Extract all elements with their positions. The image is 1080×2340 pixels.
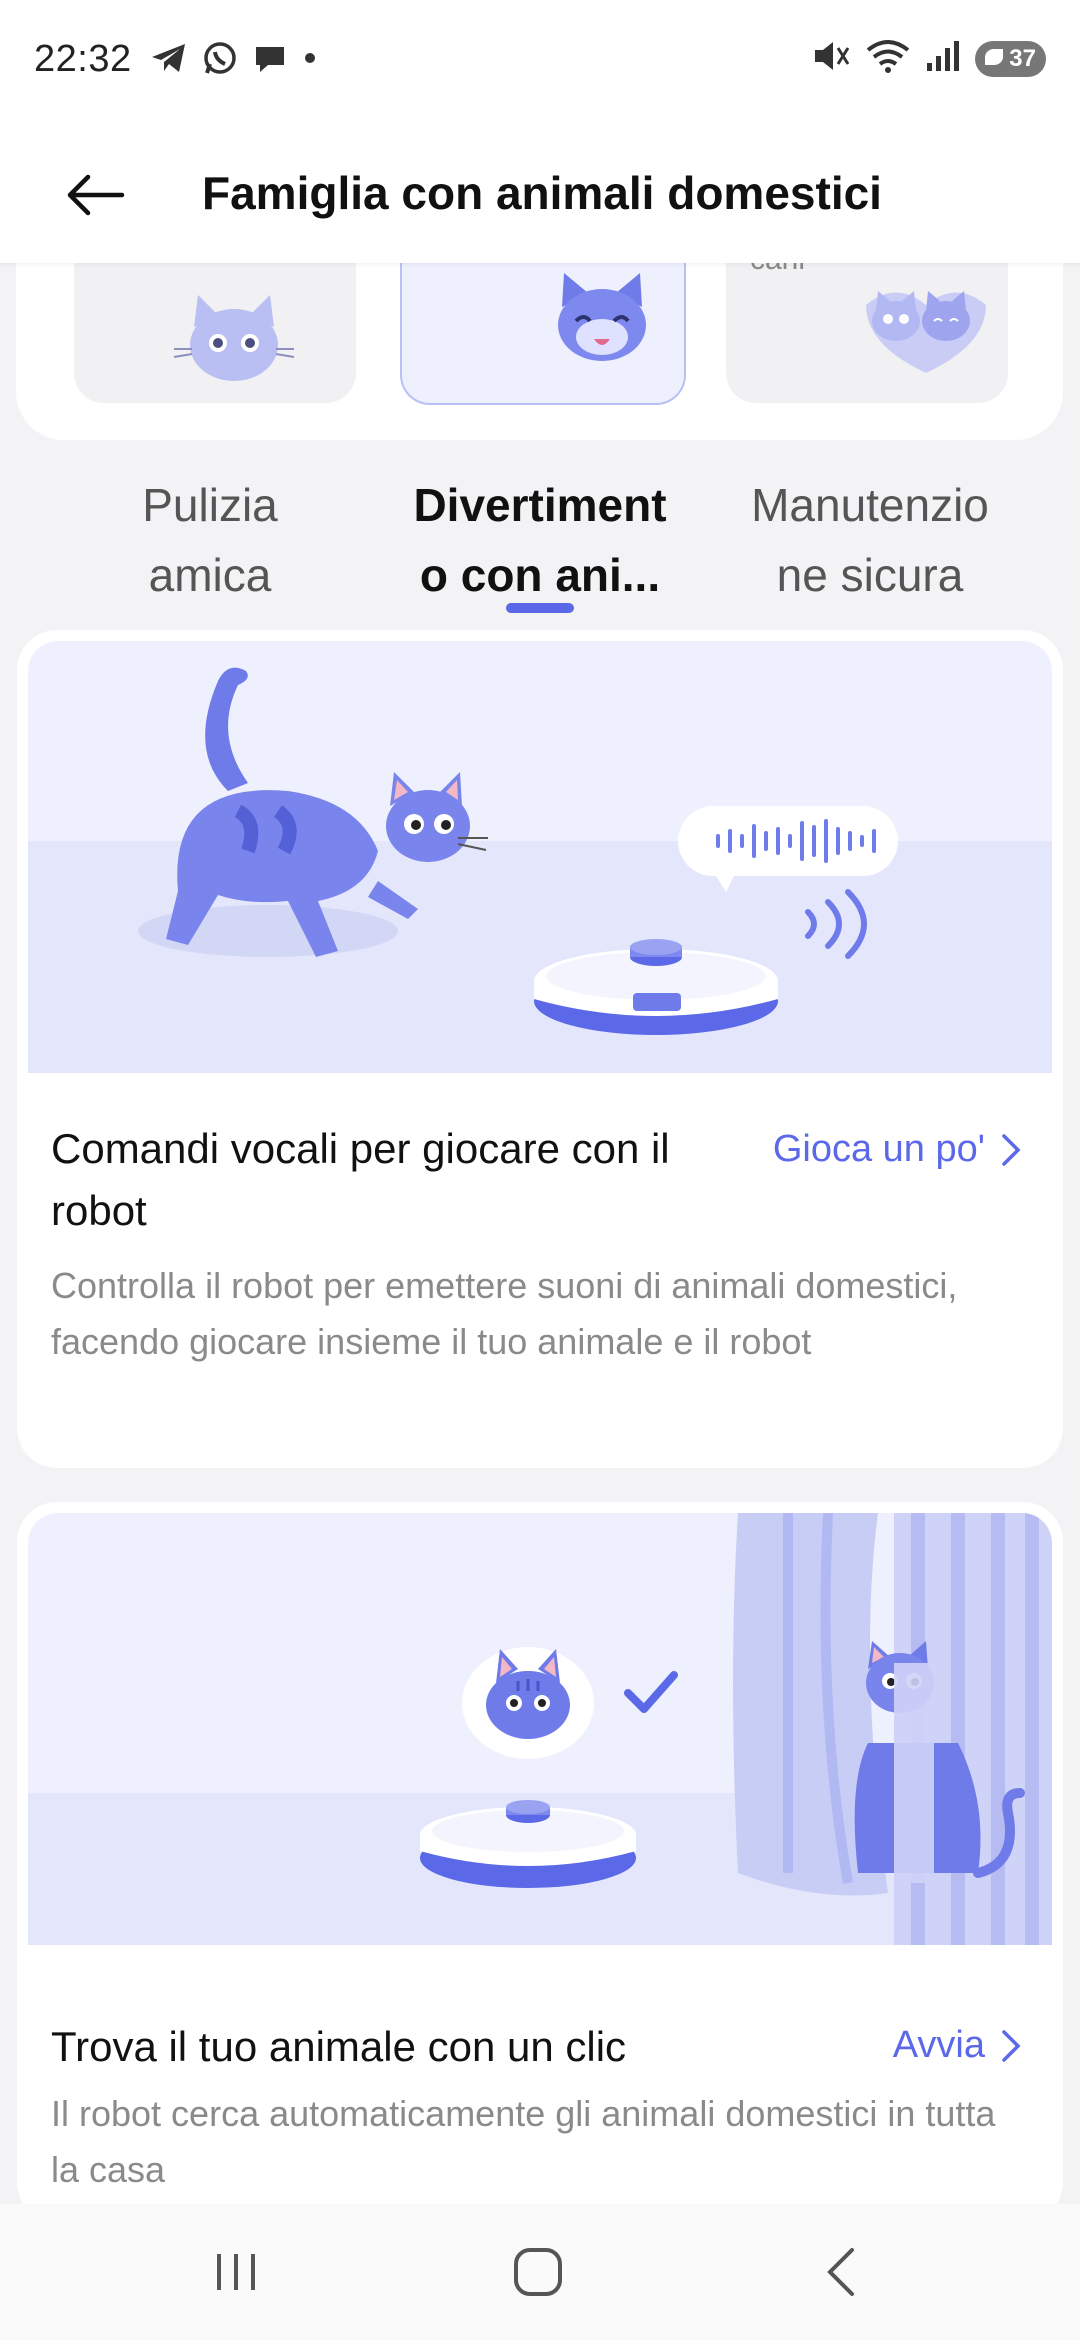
find-pet-illustration — [28, 1513, 1052, 1945]
tab-label-line: amica — [148, 549, 272, 601]
feature-card-find-pet[interactable]: Trova il tuo animale con un clic Avvia I… — [17, 1502, 1063, 2222]
system-nav-bar — [0, 2204, 1080, 2340]
checkmark-icon — [624, 1671, 678, 1713]
wifi-icon — [865, 38, 911, 79]
chat-bubble-icon — [252, 41, 288, 80]
scenario-card-1[interactable] — [74, 255, 356, 403]
feature-description: Il robot cerca automaticamente gli anima… — [51, 2093, 996, 2190]
feature-title-line: robot — [51, 1187, 147, 1234]
tab-manutenzione-sicura[interactable]: Manutenzio ne sicura — [710, 470, 1030, 610]
tab-label-line: ne sicura — [776, 549, 964, 601]
voice-play-illustration — [28, 641, 1052, 1073]
feature-title: Comandi vocali per giocare con il robot — [51, 1118, 670, 1242]
tab-divertimento[interactable]: Divertiment o con ani... — [380, 470, 700, 610]
start-action-link[interactable]: Avvia — [893, 2024, 1023, 2067]
nav-back-button[interactable] — [760, 2204, 920, 2340]
mute-icon — [811, 38, 851, 79]
status-bar: 22:32 37 — [0, 0, 1080, 125]
tab-label-line: Divertiment — [413, 479, 667, 531]
play-action-link[interactable]: Gioca un po' — [773, 1128, 1023, 1171]
happy-cat-face-icon — [558, 273, 646, 361]
notification-icons — [150, 40, 318, 81]
page-title: Famiglia con animali domestici — [202, 167, 882, 219]
tab-label-line: Manutenzio — [751, 479, 989, 531]
battery-indicator: 37 — [975, 40, 1046, 77]
cat-face-icon — [173, 295, 295, 381]
app-bar: Famiglia con animali domestici — [0, 125, 1080, 263]
scenario-card-2[interactable] — [400, 255, 686, 405]
active-tab-indicator — [506, 603, 574, 613]
feature-card-voice-play[interactable]: Comandi vocali per giocare con il robot … — [17, 630, 1063, 1468]
back-icon — [827, 2248, 854, 2296]
cat-dog-heart-icon — [866, 291, 986, 373]
cat-face-bubble — [462, 1647, 594, 1759]
tab-label-line: o con ani... — [419, 549, 661, 601]
chevron-right-icon — [1002, 1133, 1021, 1166]
home-button[interactable] — [458, 2204, 618, 2340]
system-icons: 37 — [811, 38, 1046, 79]
chevron-right-icon — [1002, 2029, 1021, 2062]
category-tabs: Pulizia amica Divertiment o con ani... M… — [0, 470, 1080, 620]
dot-icon — [302, 50, 318, 71]
feature-description: Controlla il robot per emettere suoni di… — [51, 1265, 958, 1362]
tab-pulizia-amica[interactable]: Pulizia amica — [50, 470, 370, 610]
action-label: Avvia — [892, 2024, 985, 2066]
recents-button[interactable] — [156, 2204, 316, 2340]
status-time: 22:32 — [34, 38, 132, 80]
feature-title: Trova il tuo animale con un clic — [51, 2023, 627, 2070]
arrow-left-icon — [67, 174, 125, 216]
telegram-icon — [150, 41, 188, 80]
back-button[interactable] — [60, 165, 130, 225]
feature-title-line: Comandi vocali per giocare con il — [51, 1125, 670, 1172]
recents-icon — [217, 2254, 255, 2290]
whatsapp-icon — [202, 40, 238, 81]
action-label: Gioca un po' — [772, 1128, 985, 1170]
scenario-card-3[interactable]: cani — [726, 255, 1008, 403]
tab-label-line: Pulizia — [142, 479, 278, 531]
signal-icon — [925, 39, 961, 78]
home-icon — [514, 2248, 562, 2296]
